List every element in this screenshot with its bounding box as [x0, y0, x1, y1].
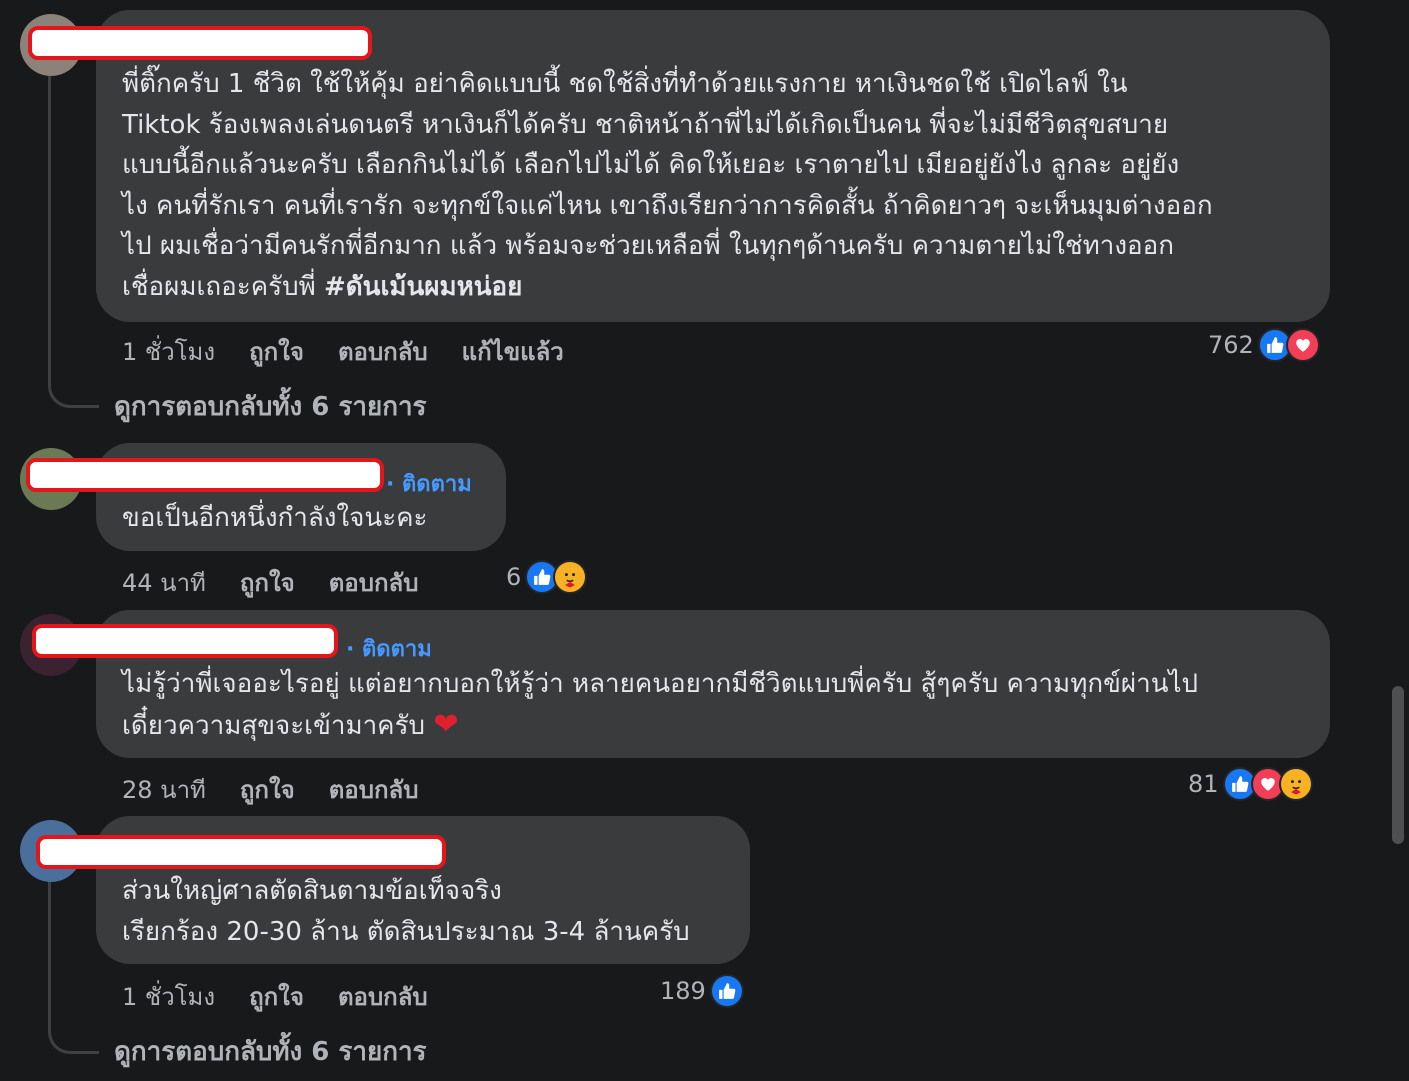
reaction-count: 189 — [660, 977, 706, 1005]
comment-line: เดี๋ยวความสุขจะเข้ามาครับ ❤ — [122, 705, 1198, 747]
heart-emoji: ❤ — [433, 706, 459, 742]
comment-line: Tiktok ร้องเพลงเล่นดนตรี หาเงินก็ได้ครับ… — [122, 109, 1169, 140]
author-name-redacted — [28, 26, 372, 60]
comment-line: ไง คนที่รักเรา คนที่เรารัก จะทุกข์ใจแค่ไ… — [122, 190, 1213, 221]
reply-button[interactable]: ตอบกลับ — [338, 977, 428, 1016]
comment-line: ไป ผมเชื่อว่ามีคนรักพี่อีกมาก แล้ว พร้อม… — [122, 231, 1174, 261]
follow-link[interactable]: · ติดตาม — [386, 466, 472, 501]
care-hug-icon — [1278, 767, 1313, 801]
comment-line: ส่วนใหญ่ศาลตัดสินตามข้อเท็จจริง — [122, 876, 502, 906]
reaction-summary[interactable]: 762 — [1208, 328, 1320, 362]
like-button[interactable]: ถูกใจ — [249, 977, 304, 1016]
edited-label[interactable]: แก้ไขแล้ว — [462, 332, 564, 371]
reply-thread-line — [48, 876, 99, 1054]
comment-line: เรียกร้อง 20-30 ล้าน ตัดสินประมาณ 3-4 ล้… — [122, 916, 690, 947]
view-replies-link[interactable]: ดูการตอบกลับทั้ง 6 รายการ — [114, 1031, 427, 1072]
comment-timestamp[interactable]: 44 นาที — [122, 563, 206, 602]
scrollbar-track[interactable] — [1390, 0, 1409, 1081]
scrollbar-thumb[interactable] — [1392, 686, 1404, 844]
reaction-summary[interactable]: 81 — [1188, 767, 1313, 801]
comment-line: แบบนี้อีกแล้วนะครับ เลือกกินไม่ได้ เลือก… — [122, 150, 1180, 180]
comment-line-text: เดี๋ยวความสุขจะเข้ามาครับ — [122, 710, 434, 741]
like-button[interactable]: ถูกใจ — [240, 563, 295, 602]
care-hug-icon — [553, 560, 588, 594]
comment-text: ขอเป็นอีกหนึ่งกำลังใจนะคะ — [122, 498, 428, 539]
comment-line: เชื่อผมเถอะครับพี่ #ดันเม้นผมหน่อย — [122, 267, 1213, 308]
thumbs-up-icon — [709, 974, 744, 1008]
reaction-count: 6 — [506, 563, 522, 591]
comment-timestamp[interactable]: 28 นาที — [122, 770, 206, 809]
comment-actions: 44 นาที ถูกใจ ตอบกลับ — [122, 563, 418, 602]
author-name-redacted — [26, 458, 384, 492]
heart-icon — [1285, 328, 1320, 362]
comment-actions: 1 ชั่วโมง ถูกใจ ตอบกลับ แก้ไขแล้ว — [122, 332, 564, 371]
comment-line-text: เชื่อผมเถอะครับพี่ — [122, 271, 324, 302]
author-name-redacted — [32, 624, 338, 658]
reaction-summary[interactable]: 6 — [506, 560, 588, 594]
reply-thread-line — [48, 70, 99, 408]
comment-timestamp[interactable]: 1 ชั่วโมง — [122, 332, 215, 371]
reaction-summary[interactable]: 189 — [660, 974, 744, 1008]
comment-text: ส่วนใหญ่ศาลตัดสินตามข้อเท็จจริง เรียกร้อ… — [122, 871, 690, 952]
like-button[interactable]: ถูกใจ — [249, 332, 304, 371]
reaction-count: 81 — [1188, 770, 1219, 798]
reply-button[interactable]: ตอบกลับ — [329, 770, 419, 809]
reaction-count: 762 — [1208, 331, 1254, 359]
comment-text: ไม่รู้ว่าพี่เจออะไรอยู่ แต่อยากบอกให้รู้… — [122, 664, 1198, 746]
like-button[interactable]: ถูกใจ — [240, 770, 295, 809]
comment-line: ไม่รู้ว่าพี่เจออะไรอยู่ แต่อยากบอกให้รู้… — [122, 669, 1199, 699]
comment-line: ขอเป็นอีกหนึ่งกำลังใจนะคะ — [122, 503, 428, 533]
reply-button[interactable]: ตอบกลับ — [329, 563, 419, 602]
comment-actions: 28 นาที ถูกใจ ตอบกลับ — [122, 770, 418, 809]
comment-timestamp[interactable]: 1 ชั่วโมง — [122, 977, 215, 1016]
follow-link[interactable]: · ติดตาม — [346, 631, 432, 666]
hashtag-link[interactable]: #ดันเม้นผมหน่อย — [324, 272, 522, 302]
comment-actions: 1 ชั่วโมง ถูกใจ ตอบกลับ — [122, 977, 428, 1016]
author-name-redacted — [36, 835, 446, 869]
comment-line: พี่ติ๊กครับ 1 ชีวิต ใช้ให้คุ้ม อย่าคิดแบ… — [122, 69, 1128, 99]
view-replies-link[interactable]: ดูการตอบกลับทั้ง 6 รายการ — [114, 386, 427, 427]
reply-button[interactable]: ตอบกลับ — [338, 332, 428, 371]
comment-text: พี่ติ๊กครับ 1 ชีวิต ใช้ให้คุ้ม อย่าคิดแบ… — [122, 64, 1213, 307]
